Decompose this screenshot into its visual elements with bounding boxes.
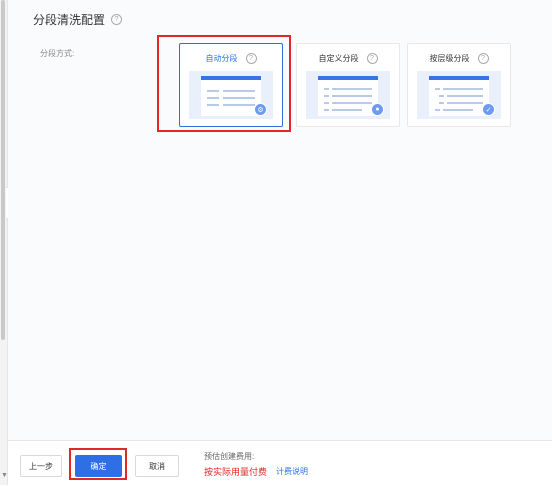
scrollbar-thumb[interactable] [1,0,5,340]
document-icon [201,76,261,116]
estimated-fee-value: 按实际用量付费 [204,467,268,477]
segmentation-mode-label: 分段方式: [40,49,75,58]
document-icon [318,76,378,116]
mode-card-hierarchy[interactable]: 按层级分段 ? ✓ [407,43,511,127]
confirm-button[interactable]: 确定 [75,455,122,477]
section-title: 分段清洗配置 [33,13,106,27]
custom-segment-illustration: ● [306,71,390,119]
prev-step-button[interactable]: 上一步 [20,455,62,477]
mode-card-header: 自动分段 ? [180,53,282,64]
cancel-button[interactable]: 取消 [135,455,179,477]
mode-card-header: 按层级分段 ? [408,53,510,64]
config-panel: 分段清洗配置 ? 分段方式: 自动分段 ? ⚙ 自定义分段 ? ● 按层级分段 … [8,0,552,440]
mode-card-custom[interactable]: 自定义分段 ? ● [296,43,400,127]
check-badge-icon: ✓ [482,103,495,116]
page-scrollbar[interactable]: ▼ [0,0,8,485]
help-icon[interactable]: ? [366,53,378,64]
estimated-fee-label: 预估创建费用: [204,452,255,461]
help-icon[interactable]: ? [245,53,257,64]
mode-card-label: 自定义分段 [318,54,359,63]
mode-card-label: 自动分段 [205,54,238,63]
mode-card-header: 自定义分段 ? [297,53,399,64]
help-icon[interactable]: ? [111,14,123,25]
mode-card-label: 按层级分段 [429,54,470,63]
mode-card-auto[interactable]: 自动分段 ? ⚙ [179,43,283,127]
user-badge-icon: ● [371,103,384,116]
section-header: 分段清洗配置 ? [33,11,123,28]
footer-bar: 上一步 确定 取消 预估创建费用: 按实际用量付费 计费说明 [8,440,552,486]
gear-badge-icon: ⚙ [254,103,267,116]
billing-info-link[interactable]: 计费说明 [276,466,308,477]
document-icon [429,76,489,116]
hierarchy-segment-illustration: ✓ [417,71,501,119]
help-icon[interactable]: ? [477,53,489,64]
scroll-down-arrow-icon[interactable]: ▼ [1,472,8,479]
auto-segment-illustration: ⚙ [189,71,273,119]
